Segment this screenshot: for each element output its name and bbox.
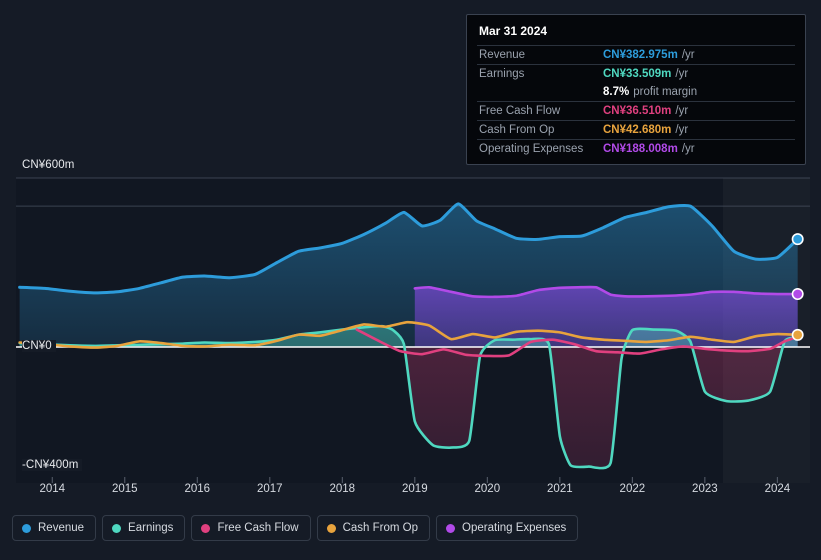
tooltip-row-earnings: Earnings CN¥33.509m/yr	[477, 64, 795, 83]
legend-item-label: Earnings	[128, 522, 174, 534]
tooltip-profit-margin-text: profit margin	[633, 86, 698, 98]
tooltip-row-unit: /yr	[675, 124, 689, 136]
x-axis-tick-2022: 2022	[619, 483, 646, 495]
tooltip-row-label: Revenue	[479, 49, 526, 61]
tooltip-row-value: CN¥382.975m	[603, 49, 678, 61]
tooltip-row-unit: /yr	[675, 68, 689, 80]
tooltip-date: Mar 31 2024	[479, 24, 548, 38]
chart-tooltip: Mar 31 2024 Revenue CN¥382.975m/yr Earning…	[466, 14, 806, 165]
x-axis-tick-2021: 2021	[547, 483, 573, 495]
legend-item-cash-from-op[interactable]: Cash From Op	[316, 515, 431, 541]
x-axis-tick-2014: 2014	[39, 483, 66, 495]
legend-item-label: Free Cash Flow	[217, 522, 299, 534]
legend-color-dot-icon	[22, 523, 31, 533]
x-axis: 2014 2015 2016 2017 2018 2019 2020 2021 2022 2023…	[0, 483, 821, 503]
x-axis-tick-2020: 2020	[474, 483, 501, 495]
x-axis-tick-2024: 2024	[764, 483, 791, 495]
tooltip-row-unit: /yr	[681, 49, 695, 61]
tooltip-row-label: Earnings	[479, 68, 525, 80]
legend-item-earnings[interactable]: Earnings	[102, 515, 186, 541]
chart-legend[interactable]: Revenue Earnings Free Cash Flow Cash From O…	[12, 515, 579, 541]
legend-item-operating-expenses[interactable]: Operating Expenses	[436, 515, 579, 541]
financial-chart-page: CN¥600m CN¥0 -CN¥400m 2014 2015 2016 2017 20…	[0, 0, 821, 560]
x-axis-tick-2016: 2016	[184, 483, 211, 495]
x-axis-tick-2015: 2015	[111, 483, 138, 495]
legend-item-label: Revenue	[38, 522, 85, 534]
legend-item-label: Operating Expenses	[462, 522, 567, 534]
tooltip-row-label: Operating Expenses	[479, 143, 584, 155]
legend-color-dot-icon	[112, 523, 122, 533]
legend-item-label: Cash From Op	[342, 522, 419, 534]
tooltip-rows: Revenue CN¥382.975m/yr Earnings CN¥33.509m /…	[477, 45, 795, 158]
x-axis-tick-2017: 2017	[256, 483, 283, 495]
tooltip-row-operating-expenses: Operating Expenses CN¥188.008m/yr	[477, 139, 795, 158]
legend-item-free-cash-flow[interactable]: Free Cash Flow	[191, 515, 311, 541]
x-axis-tick-2019: 2019	[402, 483, 428, 495]
y-axis-label-min: -CN¥400m	[22, 459, 83, 471]
tooltip-row-value: CN¥36.510m	[603, 105, 672, 117]
legend-color-dot-icon	[326, 523, 336, 533]
tooltip-row-value: CN¥188.008m	[603, 143, 678, 155]
tooltip-row-revenue: Revenue CN¥382.975m/yr	[477, 45, 795, 64]
tooltip-row-free-cash-flow: Free Cash Flow CN¥36.510m/yr	[477, 101, 795, 120]
tooltip-row-value: CN¥42.680m	[603, 124, 672, 136]
tooltip-row-profit-margin: 8.7% profit margin	[477, 83, 795, 101]
tooltip-row-unit: /yr	[681, 143, 695, 155]
tooltip-row-label: Free Cash Flow	[479, 105, 561, 117]
tooltip-row-value: CN¥33.509m	[603, 68, 672, 80]
x-axis-tick-2018: 2018	[329, 483, 356, 495]
tooltip-row-cash-from-op: Cash From Op CN¥42.680m/yr	[477, 120, 795, 139]
y-axis-label-zero: CN¥0	[22, 340, 56, 352]
tooltip-row-unit: /yr	[675, 105, 689, 117]
legend-color-dot-icon	[201, 523, 211, 533]
tooltip-row-label: Cash From Op	[479, 124, 555, 136]
tooltip-profit-margin-value: 8.7%	[603, 86, 630, 98]
legend-color-dot-icon	[446, 523, 456, 533]
x-axis-tick-2023: 2023	[692, 483, 718, 495]
y-axis-label-max: CN¥600m	[22, 159, 79, 171]
legend-item-revenue[interactable]: Revenue	[12, 515, 97, 541]
